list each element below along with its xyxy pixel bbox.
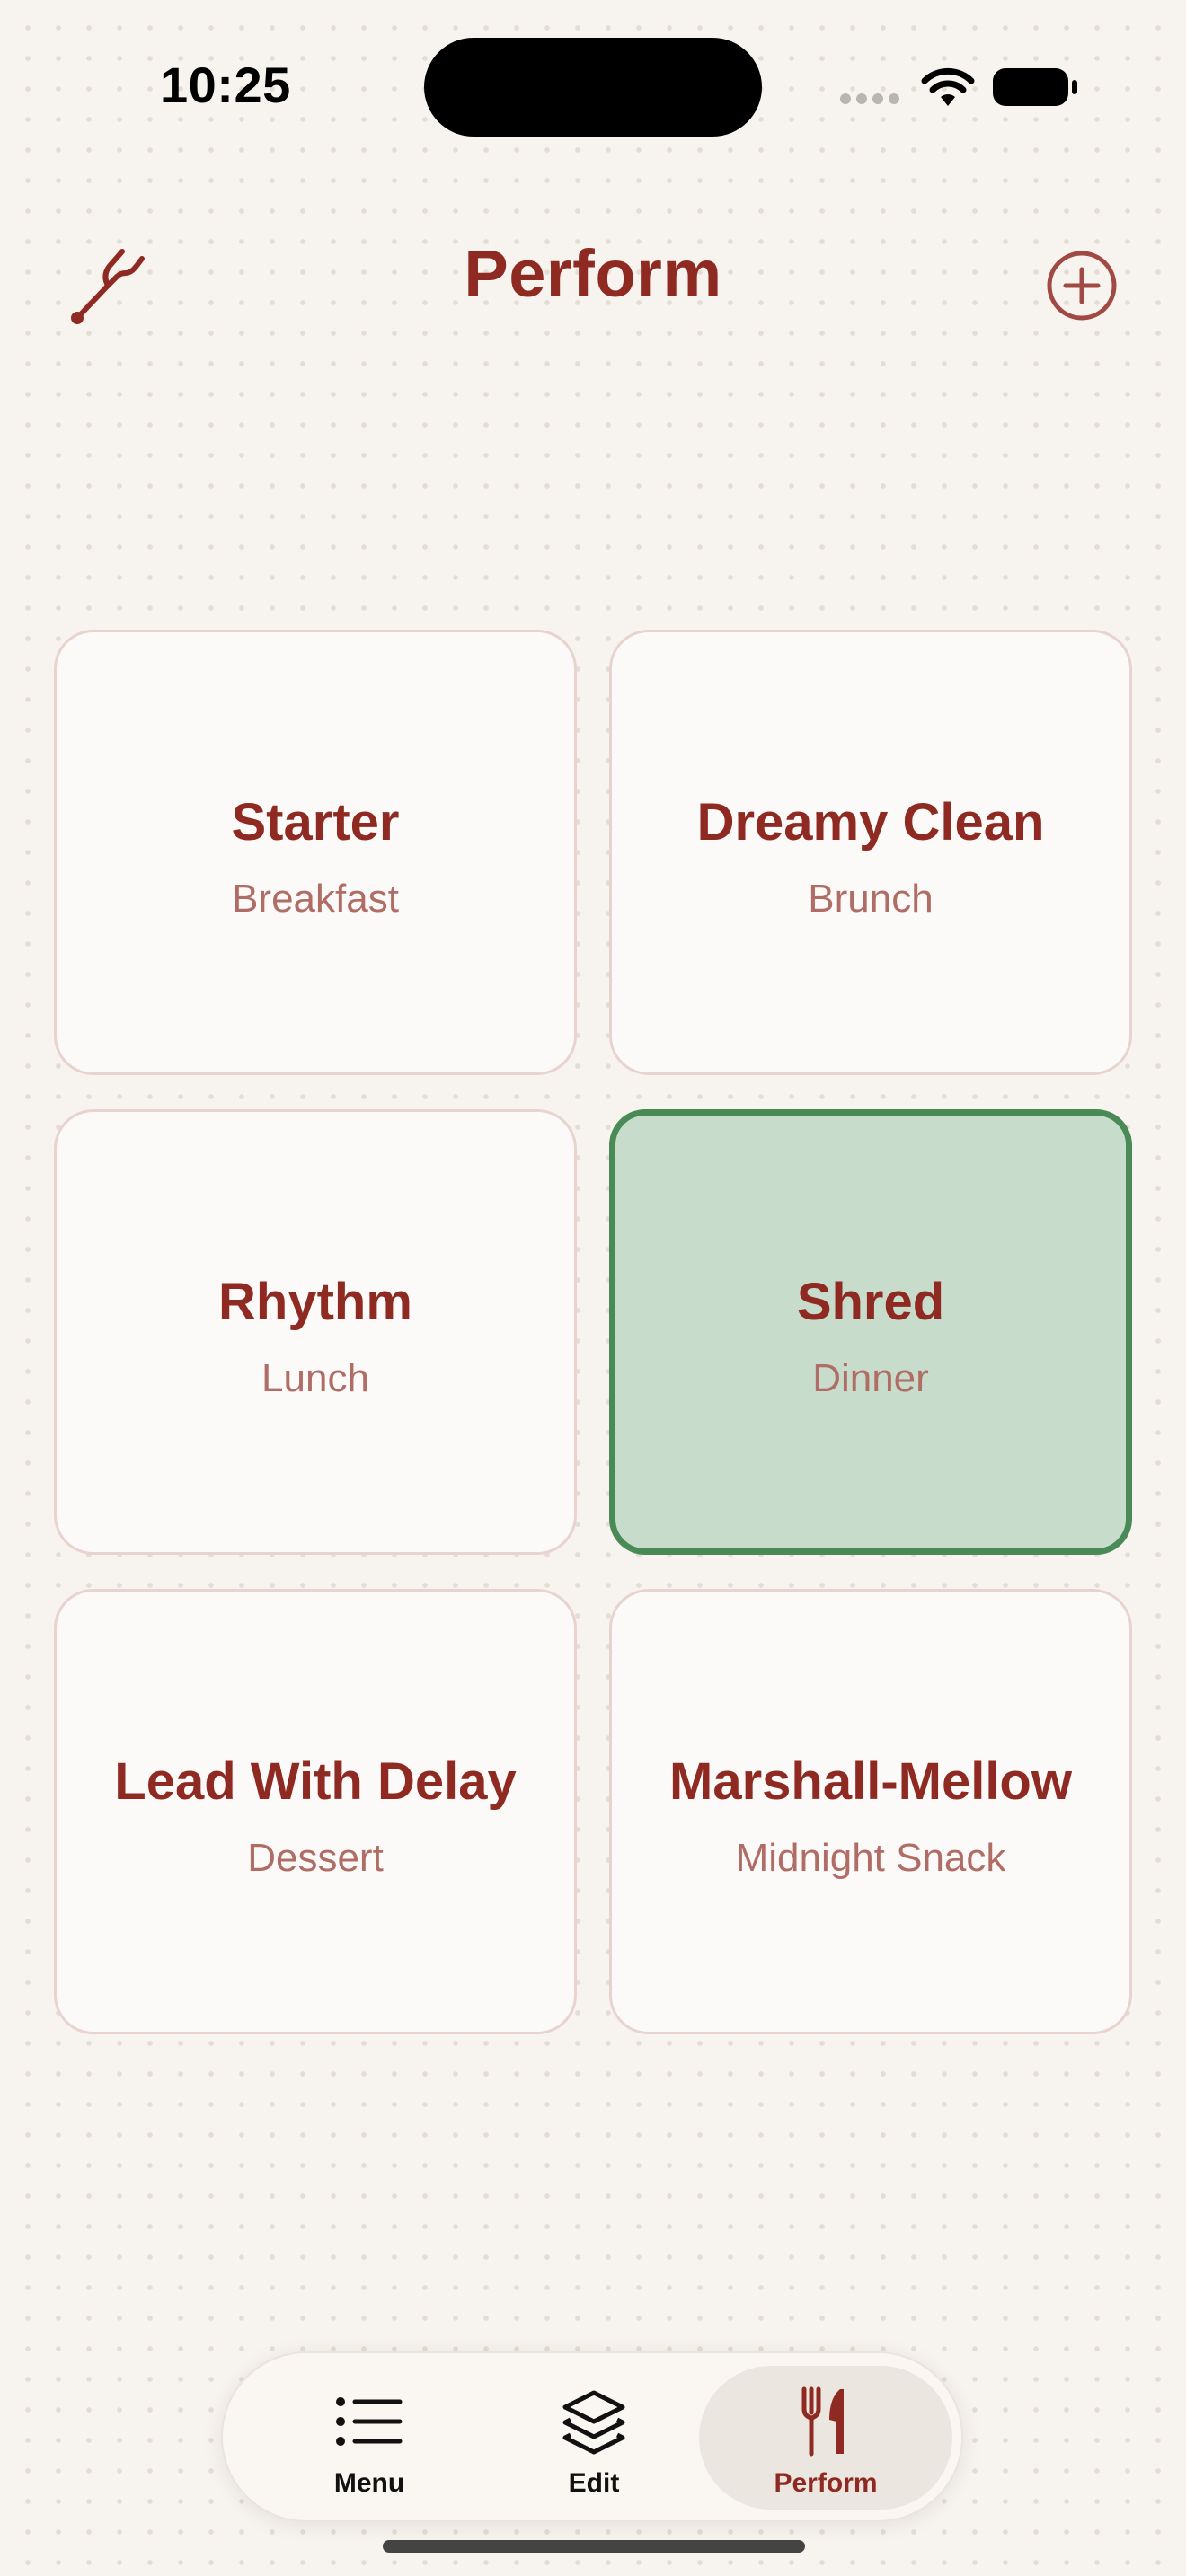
card-subtitle: Dinner [812, 1356, 929, 1400]
preset-card-dreamy-clean[interactable]: Dreamy Clean Brunch [609, 630, 1132, 1075]
tab-bar: Menu Edit Perform [221, 2351, 963, 2522]
preset-grid: Starter Breakfast Dreamy Clean Brunch Rh… [54, 630, 1132, 2034]
card-subtitle: Brunch [808, 877, 934, 921]
preset-card-marshall-mellow[interactable]: Marshall-Mellow Midnight Snack [609, 1589, 1132, 2034]
tab-label: Edit [568, 2468, 620, 2498]
preset-card-starter[interactable]: Starter Breakfast [54, 630, 577, 1075]
preset-card-shred[interactable]: Shred Dinner [609, 1109, 1132, 1555]
status-clock: 10:25 [160, 57, 291, 113]
tab-menu[interactable]: Menu [243, 2366, 496, 2510]
card-title: Marshall-Mellow [669, 1752, 1072, 1811]
card-title: Starter [231, 793, 400, 851]
list-icon [336, 2397, 403, 2446]
page-title: Perform [464, 236, 722, 311]
card-subtitle: Dessert [247, 1836, 384, 1880]
fork-knife-icon [801, 2386, 844, 2457]
preset-card-lead-with-delay[interactable]: Lead With Delay Dessert [54, 1589, 577, 2034]
card-title: Shred [796, 1273, 945, 1331]
status-bar: 10:25 [0, 0, 1186, 180]
home-indicator [383, 2540, 805, 2553]
card-subtitle: Midnight Snack [735, 1836, 1006, 1880]
dynamic-island [424, 38, 762, 137]
card-title: Dreamy Clean [696, 793, 1045, 851]
card-subtitle: Breakfast [232, 877, 399, 921]
plus-circle-icon[interactable] [1044, 248, 1120, 323]
wifi-icon [921, 67, 975, 106]
battery-icon [993, 68, 1077, 106]
tab-label: Perform [774, 2468, 878, 2498]
tab-label: Menu [333, 2468, 405, 2498]
card-subtitle: Lunch [261, 1356, 369, 1400]
card-title: Lead With Delay [114, 1752, 517, 1811]
card-title: Rhythm [218, 1273, 412, 1331]
preset-card-rhythm[interactable]: Rhythm Lunch [54, 1109, 577, 1555]
layers-icon [562, 2390, 625, 2455]
tab-edit[interactable]: Edit [467, 2366, 721, 2510]
tab-perform[interactable]: Perform [699, 2366, 952, 2510]
cellular-signal-icon [840, 93, 899, 104]
